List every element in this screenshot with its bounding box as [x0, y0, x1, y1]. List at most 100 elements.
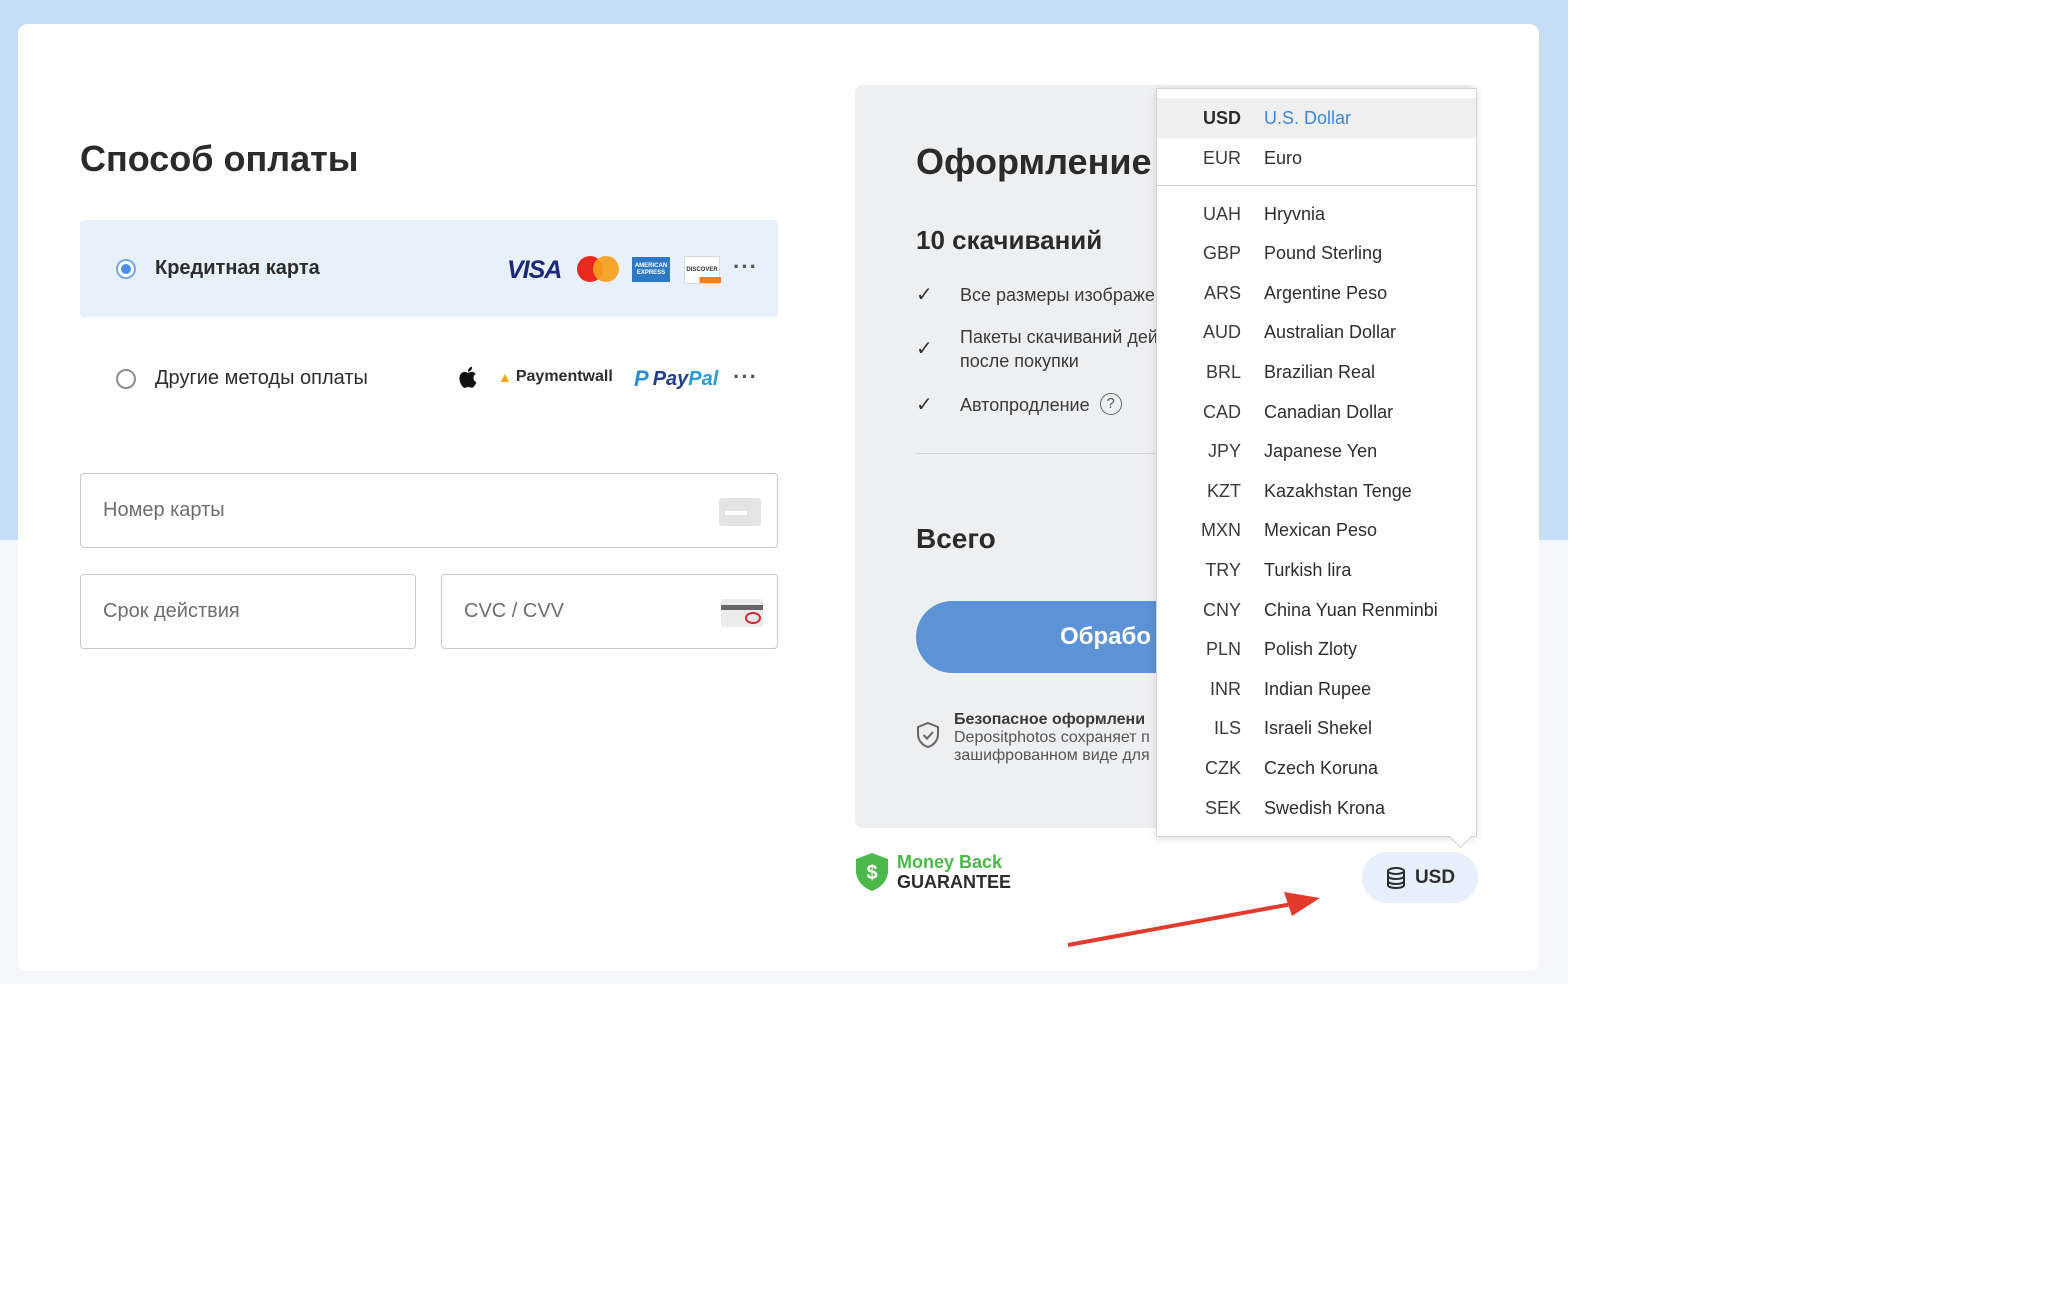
currency-option-pln[interactable]: PLN Polish Zloty: [1157, 630, 1476, 670]
currency-option-cad[interactable]: CAD Canadian Dollar: [1157, 392, 1476, 432]
expiry-placeholder: Срок действия: [103, 600, 240, 622]
currency-option-ars[interactable]: ARS Argentine Peso: [1157, 273, 1476, 313]
currency-option-eur[interactable]: EUR Euro: [1157, 138, 1476, 178]
paymentwall-text: Paymentwall: [515, 368, 613, 385]
currency-option-try[interactable]: TRY Turkish lira: [1157, 550, 1476, 590]
currency-code: CNY: [1202, 599, 1241, 620]
expiry-field[interactable]: Срок действия: [80, 574, 416, 649]
feature-text: Все размеры изображе: [960, 285, 1155, 305]
currency-code: PLN: [1205, 639, 1241, 660]
currency-name: Indian Rupee: [1264, 678, 1372, 699]
discover-logo: DISCOVER: [684, 256, 721, 284]
currency-code: AUD: [1202, 322, 1241, 343]
currency-button-label: USD: [1414, 866, 1456, 888]
currency-name: U.S. Dollar: [1264, 107, 1352, 128]
currency-code: JPY: [1207, 441, 1241, 462]
card-icon: [719, 498, 761, 526]
currency-option-mxn[interactable]: MXN Mexican Peso: [1157, 511, 1476, 551]
currency-option-czk[interactable]: CZK Czech Koruna: [1157, 748, 1476, 788]
currency-name: China Yuan Renminbi: [1264, 599, 1438, 620]
radio-other-methods[interactable]: [116, 368, 136, 389]
more-methods-icon[interactable]: ···: [733, 364, 758, 390]
currency-code: ARS: [1203, 282, 1241, 303]
feature-item: ✓ Автопродление ?: [916, 393, 1122, 417]
check-icon: ✓: [916, 284, 933, 306]
more-cards-icon[interactable]: ···: [733, 254, 758, 280]
currency-name: Swedish Krona: [1264, 797, 1386, 818]
check-icon: ✓: [916, 394, 933, 416]
currency-dropdown: USD U.S. Dollar EUR Euro UAH Hryvnia GBP Pound …: [1156, 88, 1477, 837]
currency-code: EUR: [1202, 147, 1241, 168]
currency-option-aud[interactable]: AUD Australian Dollar: [1157, 313, 1476, 353]
cvc-card-back-icon: [721, 599, 763, 627]
payment-option-credit-card[interactable]: Кредитная карта VISA AMERICAN EXPRESS DI…: [80, 220, 778, 317]
currency-name: Kazakhstan Tenge: [1264, 480, 1412, 501]
currency-name: Argentine Peso: [1264, 282, 1388, 303]
help-icon[interactable]: ?: [1099, 393, 1122, 415]
currency-option-uah[interactable]: UAH Hryvnia: [1157, 194, 1476, 234]
money-back-shield-icon: $: [856, 853, 888, 891]
dropdown-separator: [1157, 185, 1476, 186]
currency-option-ils[interactable]: ILS Israeli Shekel: [1157, 709, 1476, 749]
cvc-field[interactable]: CVC / CVV: [441, 574, 778, 649]
paypal-mark-icon: P: [634, 366, 649, 391]
payment-option-label: Другие методы оплаты: [155, 367, 368, 389]
currency-code: INR: [1210, 678, 1241, 699]
feature-item: ✓ Все размеры изображе: [916, 283, 1155, 307]
currency-code: BRL: [1205, 361, 1241, 382]
mastercard-logo: [577, 256, 619, 282]
payment-option-other[interactable]: Другие методы оплаты ▲ Paymentwall P Pay Pa…: [80, 330, 778, 427]
card-number-field[interactable]: Номер карты: [80, 473, 778, 548]
paymentwall-logo: ▲ Paymentwall: [498, 368, 613, 386]
currency-option-brl[interactable]: BRL Brazilian Real: [1157, 352, 1476, 392]
currency-option-inr[interactable]: INR Indian Rupee: [1157, 669, 1476, 709]
currency-name: Israeli Shekel: [1264, 718, 1373, 739]
currency-name: Mexican Peso: [1264, 520, 1378, 541]
money-back-line-1: Money Back: [897, 852, 1003, 872]
payment-option-label: Кредитная карта: [155, 257, 320, 279]
currency-code: ILS: [1213, 718, 1241, 739]
feature-text: Автопродление: [960, 395, 1090, 415]
currency-option-kzt[interactable]: KZT Kazakhstan Tenge: [1157, 471, 1476, 511]
currency-selector-button[interactable]: USD: [1362, 852, 1478, 903]
currency-option-jpy[interactable]: JPY Japanese Yen: [1157, 432, 1476, 472]
currency-option-usd[interactable]: USD U.S. Dollar: [1157, 98, 1476, 138]
currency-code: MXN: [1201, 520, 1241, 541]
currency-code: SEK: [1204, 797, 1241, 818]
total-label: Всего: [916, 523, 996, 554]
paypal-text-pay: Pay: [652, 367, 689, 390]
currency-option-sek[interactable]: SEK Swedish Krona: [1157, 788, 1476, 828]
shield-check-icon: [917, 721, 939, 749]
annotation-arrow-icon: [1067, 892, 1320, 947]
radio-credit-card[interactable]: [116, 258, 136, 279]
paypal-text-pal: Pal: [688, 367, 719, 390]
cvc-placeholder: CVC / CVV: [464, 600, 565, 622]
secure-line-2: зашифрованном виде для: [954, 747, 1150, 764]
card-number-placeholder: Номер карты: [103, 499, 225, 521]
currency-name: Czech Koruna: [1264, 757, 1379, 778]
payment-method-title: Способ оплаты: [80, 138, 359, 179]
currency-code: USD: [1202, 107, 1241, 128]
package-title: 10 скачиваний: [916, 225, 1103, 255]
currency-code: TRY: [1205, 559, 1241, 580]
currency-option-cny[interactable]: CNY China Yuan Renminbi: [1157, 590, 1476, 630]
svg-text:$: $: [866, 862, 877, 884]
currency-code: CZK: [1205, 757, 1241, 778]
feature-text-line2: после покупки: [960, 351, 1079, 371]
visa-logo: VISA: [507, 256, 562, 284]
currency-name: Australian Dollar: [1264, 322, 1397, 343]
check-icon: ✓: [916, 338, 933, 360]
currency-name: Hryvnia: [1264, 203, 1326, 224]
feature-item: ✓ Пакеты скачиваний дей после покупки: [916, 325, 1158, 373]
amex-logo: AMERICAN EXPRESS: [632, 257, 670, 282]
secure-line-1: Depositphotos сохраняет п: [954, 729, 1150, 746]
feature-text-line1: Пакеты скачиваний дей: [960, 327, 1158, 347]
currency-code: GBP: [1202, 243, 1241, 264]
feature-text: Пакеты скачиваний дей после покупки: [960, 325, 1158, 373]
checkout-title: Оформление: [916, 141, 1152, 182]
currency-code: UAH: [1202, 203, 1241, 224]
currency-option-gbp[interactable]: GBP Pound Sterling: [1157, 234, 1476, 274]
currency-code: KZT: [1207, 480, 1241, 501]
currency-code: CAD: [1202, 401, 1241, 422]
currency-name: Euro: [1264, 147, 1303, 168]
